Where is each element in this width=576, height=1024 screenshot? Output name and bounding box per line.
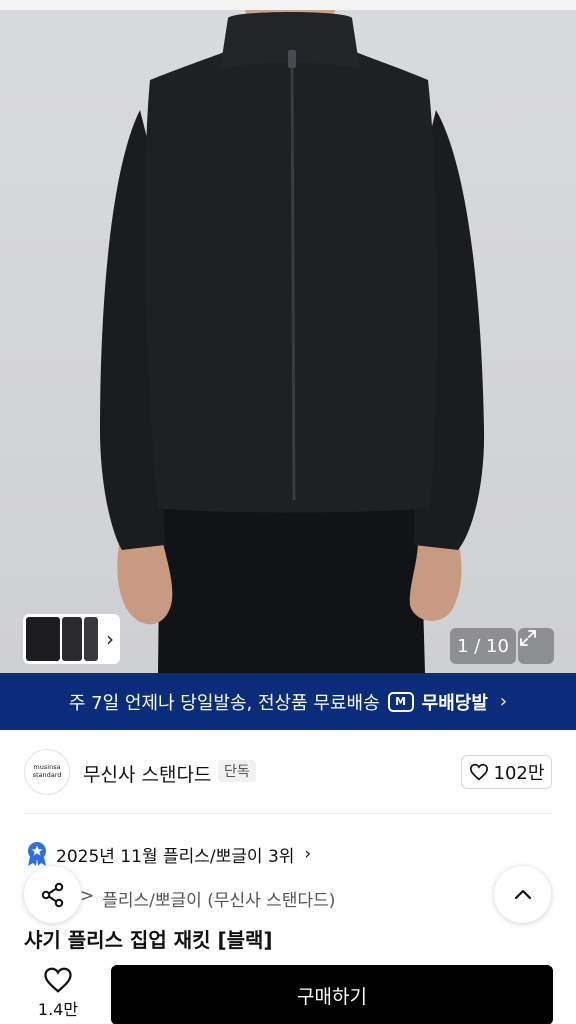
brand-like-count: 102만 xyxy=(493,763,545,784)
divider xyxy=(24,813,552,814)
product-image[interactable]: › 1 / 10 xyxy=(0,10,576,673)
exclusive-badge: 단독 xyxy=(218,760,256,782)
brand-row: musinsa standard 무신사 스탠다드 단독 102만 xyxy=(0,746,576,800)
product-detail-page: › 1 / 10 주 7일 언제나 당일발송, 전상품 무료배송 M 무배당발 … xyxy=(0,0,576,1024)
thumbnail-image[interactable] xyxy=(26,617,60,661)
wishlist-count: 1.4만 xyxy=(37,1000,79,1019)
bottom-action-bar: 1.4만 구매하기 xyxy=(0,954,576,1024)
ranking-text: 2025년 11월 플리스/뽀글이 3위 xyxy=(56,846,295,867)
top-strip xyxy=(0,0,576,10)
wishlist-button[interactable]: 1.4만 xyxy=(26,966,90,1020)
share-icon xyxy=(41,882,63,907)
thumbnail-strip[interactable]: › xyxy=(23,614,120,664)
thumbnail-image[interactable] xyxy=(84,617,98,661)
brand-like-button[interactable]: 102만 xyxy=(461,755,552,789)
banner-text: 주 7일 언제나 당일발송, 전상품 무료배송 xyxy=(68,692,380,714)
scroll-top-button[interactable] xyxy=(494,866,551,923)
chevron-right-icon[interactable]: › xyxy=(106,629,114,649)
buy-button[interactable]: 구매하기 xyxy=(111,965,553,1024)
thumbnail-image[interactable] xyxy=(62,617,82,661)
heart-icon xyxy=(469,763,488,781)
jacket-photo xyxy=(100,10,485,673)
share-button[interactable] xyxy=(24,866,81,923)
ranking-medal-icon xyxy=(28,842,46,866)
delivery-banner[interactable]: 주 7일 언제나 당일발송, 전상품 무료배송 M 무배당발 › xyxy=(0,673,576,730)
expand-icon xyxy=(520,630,536,646)
expand-button[interactable] xyxy=(518,628,554,664)
ranking-link[interactable]: 2025년 11월 플리스/뽀글이 3위 › xyxy=(26,840,311,868)
image-counter: 1 / 10 xyxy=(450,628,516,664)
chevron-up-icon xyxy=(514,889,531,899)
category-breadcrumb[interactable]: > 플리스/뽀글이 (무신사 스탠다드) xyxy=(80,886,335,911)
category-path: 플리스/뽀글이 (무신사 스탠다드) xyxy=(102,891,336,911)
breadcrumb-separator: > xyxy=(80,886,95,906)
chevron-right-icon: › xyxy=(304,844,312,864)
delivery-logo-icon: M xyxy=(387,691,414,712)
brand-logo[interactable]: musinsa standard xyxy=(24,749,70,795)
product-title: 샤기 플리스 집업 재킷 [블랙] xyxy=(24,928,273,952)
banner-brand: 무배당발 xyxy=(421,692,488,714)
brand-name[interactable]: 무신사 스탠다드 xyxy=(83,760,211,787)
heart-icon xyxy=(44,967,72,993)
chevron-right-icon: › xyxy=(499,691,508,712)
brand-logo-text-2: standard xyxy=(32,771,62,779)
